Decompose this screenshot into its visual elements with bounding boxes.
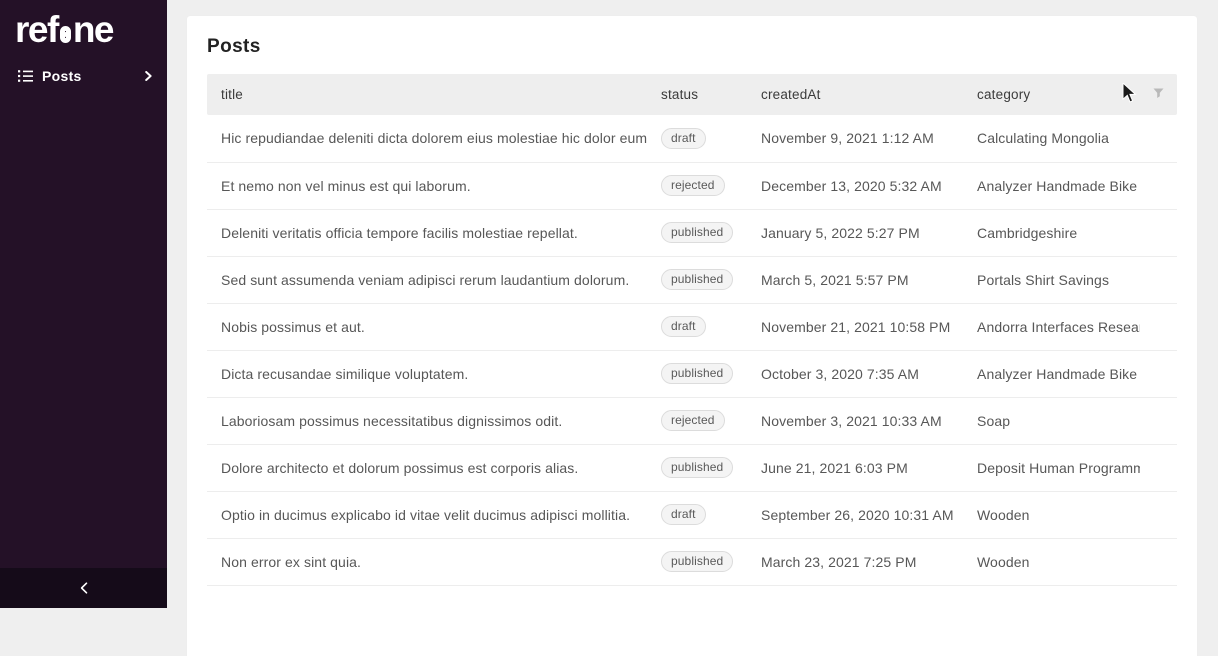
cell-status: draft	[647, 115, 747, 162]
cell-title: Hic repudiandae deleniti dicta dolorem e…	[207, 115, 647, 162]
cell-title: Optio in ducimus explicabo id vitae veli…	[207, 491, 647, 538]
status-badge: published	[661, 269, 733, 290]
cell-title: Deleniti veritatis officia tempore facil…	[207, 209, 647, 256]
table-row: Et nemo non vel minus est qui laborum. r…	[207, 162, 1177, 209]
cell-filter-spacer	[1140, 162, 1177, 209]
sidebar: refne Posts	[0, 0, 167, 608]
sidebar-item-label: Posts	[42, 68, 82, 84]
table-row: Nobis possimus et aut. draft November 21…	[207, 303, 1177, 350]
cell-title: Nobis possimus et aut.	[207, 303, 647, 350]
cell-category: Wooden	[963, 491, 1140, 538]
cell-category: Wooden	[963, 538, 1140, 585]
column-header-status: status	[647, 74, 747, 115]
cell-createdat: October 3, 2020 7:35 AM	[747, 350, 963, 397]
status-badge: draft	[661, 504, 706, 525]
status-badge: published	[661, 551, 733, 572]
status-badge: rejected	[661, 410, 725, 431]
cell-createdat: December 13, 2020 5:32 AM	[747, 162, 963, 209]
status-badge: published	[661, 222, 733, 243]
table-row: Sed sunt assumenda veniam adipisci rerum…	[207, 256, 1177, 303]
cell-filter-spacer	[1140, 303, 1177, 350]
sidebar-menu: Posts	[0, 61, 167, 91]
app-window: refne Posts	[0, 0, 1218, 608]
status-badge: draft	[661, 316, 706, 337]
page-title: Posts	[207, 36, 1177, 58]
cell-category: Soap	[963, 397, 1140, 444]
table-row: Non error ex sint quia. published March …	[207, 538, 1177, 585]
cell-createdat: November 9, 2021 1:12 AM	[747, 115, 963, 162]
sidebar-collapse-button[interactable]	[0, 568, 167, 608]
cell-createdat: January 5, 2022 5:27 PM	[747, 209, 963, 256]
sidebar-item-posts[interactable]: Posts	[0, 61, 167, 91]
cell-createdat: September 26, 2020 10:31 AM	[747, 491, 963, 538]
table-row: Optio in ducimus explicabo id vitae veli…	[207, 491, 1177, 538]
cell-title: Dolore architecto et dolorum possimus es…	[207, 444, 647, 491]
table-row: Dicta recusandae similique voluptatem. p…	[207, 350, 1177, 397]
cell-title: Sed sunt assumenda veniam adipisci rerum…	[207, 256, 647, 303]
cell-createdat: November 21, 2021 10:58 PM	[747, 303, 963, 350]
cell-title: Et nemo non vel minus est qui laborum.	[207, 162, 647, 209]
cell-filter-spacer	[1140, 444, 1177, 491]
table-row: Laboriosam possimus necessitatibus digni…	[207, 397, 1177, 444]
table-row: Deleniti veritatis officia tempore facil…	[207, 209, 1177, 256]
table-header: title status createdAt category	[207, 74, 1177, 115]
posts-card: Posts title status createdAt category	[187, 16, 1197, 656]
logo-i-icon	[60, 26, 71, 43]
cell-category: Deposit Human Programmable	[963, 444, 1140, 491]
cell-filter-spacer	[1140, 350, 1177, 397]
cell-filter-spacer	[1140, 256, 1177, 303]
cell-category: Portals Shirt Savings	[963, 256, 1140, 303]
cell-category: Calculating Mongolia	[963, 115, 1140, 162]
cell-status: published	[647, 209, 747, 256]
cell-title: Dicta recusandae similique voluptatem.	[207, 350, 647, 397]
status-badge: rejected	[661, 175, 725, 196]
cell-category: Analyzer Handmade Bike	[963, 162, 1140, 209]
cell-createdat: March 23, 2021 7:25 PM	[747, 538, 963, 585]
cell-filter-spacer	[1140, 209, 1177, 256]
status-badge: draft	[661, 128, 706, 149]
cell-status: published	[647, 444, 747, 491]
main-content: Posts title status createdAt category	[167, 0, 1218, 608]
status-badge: published	[661, 457, 733, 478]
table-row: Hic repudiandae deleniti dicta dolorem e…	[207, 115, 1177, 162]
logo-text-suffix: ne	[73, 9, 113, 50]
cell-createdat: June 21, 2021 6:03 PM	[747, 444, 963, 491]
cell-status: published	[647, 256, 747, 303]
list-icon	[18, 69, 33, 83]
cell-category: Cambridgeshire	[963, 209, 1140, 256]
cell-status: draft	[647, 491, 747, 538]
cell-status: draft	[647, 303, 747, 350]
cell-category: Analyzer Handmade Bike	[963, 350, 1140, 397]
cell-status: published	[647, 350, 747, 397]
cell-filter-spacer	[1140, 115, 1177, 162]
app-logo[interactable]: refne	[15, 11, 153, 49]
column-header-category: category	[963, 74, 1140, 115]
cell-title: Non error ex sint quia.	[207, 538, 647, 585]
chevron-left-icon	[80, 582, 88, 594]
posts-table: title status createdAt category	[207, 74, 1177, 586]
column-header-title: title	[207, 74, 647, 115]
cell-category: Andorra Interfaces Research	[963, 303, 1140, 350]
column-header-filter	[1140, 74, 1177, 115]
column-header-createdat: createdAt	[747, 74, 963, 115]
cell-status: published	[647, 538, 747, 585]
cell-title: Laboriosam possimus necessitatibus digni…	[207, 397, 647, 444]
chevron-right-icon	[145, 71, 152, 81]
cell-filter-spacer	[1140, 397, 1177, 444]
cell-status: rejected	[647, 397, 747, 444]
cell-createdat: March 5, 2021 5:57 PM	[747, 256, 963, 303]
logo-text-prefix: ref	[15, 9, 58, 50]
table-row: Dolore architecto et dolorum possimus es…	[207, 444, 1177, 491]
cell-createdat: November 3, 2021 10:33 AM	[747, 397, 963, 444]
table-body: Hic repudiandae deleniti dicta dolorem e…	[207, 115, 1177, 585]
status-badge: published	[661, 363, 733, 384]
cell-filter-spacer	[1140, 538, 1177, 585]
cell-filter-spacer	[1140, 491, 1177, 538]
filter-funnel-icon[interactable]	[1153, 88, 1164, 99]
cell-status: rejected	[647, 162, 747, 209]
